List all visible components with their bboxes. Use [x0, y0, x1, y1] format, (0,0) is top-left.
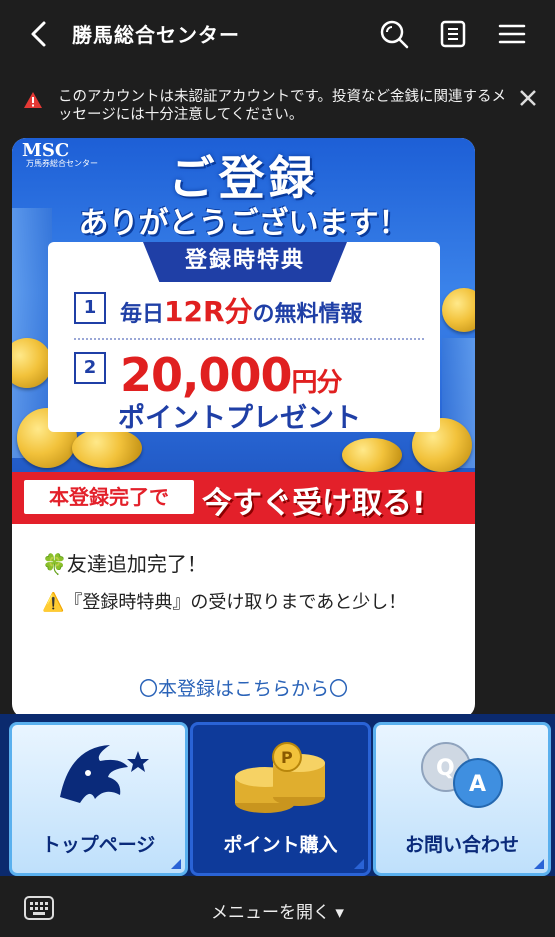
cta-left-label: 本登録完了で: [24, 480, 194, 514]
bottom-bar: メニューを開く ▾: [0, 876, 555, 937]
rich-menu-label: トップページ: [41, 834, 156, 856]
svg-text:P: P: [281, 748, 293, 767]
benefit-divider: [74, 338, 424, 340]
qa-bubbles-icon: Q A: [421, 742, 503, 808]
message-text: 🍀友達追加完了！ ⚠️『登録時特典』の受け取りまであと少し！: [42, 548, 457, 615]
coin-decoration: [342, 438, 402, 472]
benefit-1-pre: 毎日: [120, 302, 165, 327]
svg-text:Q: Q: [436, 756, 455, 781]
rich-menu-label: ポイント購入: [223, 834, 338, 856]
hamburger-menu-icon[interactable]: [496, 18, 528, 50]
warning-icon: [24, 92, 42, 108]
search-icon[interactable]: [378, 18, 410, 50]
rich-menu-label: お問い合わせ: [404, 834, 519, 856]
warning-text: このアカウントは未認証アカウントです。投資など金銭に関連するメッセージには十分注…: [58, 89, 507, 123]
chevron-left-icon[interactable]: [26, 20, 52, 48]
notes-icon[interactable]: [437, 18, 469, 50]
benefit-2-amount: 20,000円分: [120, 348, 343, 402]
friend-added-text: 🍀友達追加完了！: [42, 552, 207, 576]
chat-title: 勝馬総合センター: [72, 23, 240, 47]
corner-triangle: [171, 859, 181, 869]
benefit-1-post: の無料情報: [252, 302, 363, 327]
benefit-2-unit: 円分: [291, 368, 343, 398]
rich-menu-contact-button[interactable]: Q A お問い合わせ: [373, 722, 551, 876]
benefit-number-1: 1: [74, 292, 106, 324]
headline-thanks: ありがとうございます！: [78, 206, 409, 241]
benefit-reminder-text: ⚠️『登録時特典』の受け取りまであと少し！: [42, 592, 407, 613]
benefit-panel-title-text: 登録時特典: [184, 248, 305, 273]
register-link[interactable]: 〇本登録はこちらから〇: [12, 674, 475, 701]
cta-right-label: 今すぐ受け取る!: [202, 486, 426, 521]
benefit-1: 毎日12R分の無料情報: [120, 290, 363, 330]
message-card: MSC 万馬券総合センター ご登録 ありがとうございます！ 登録時特典 1 毎日…: [12, 138, 475, 714]
benefit-2-label: ポイントプレゼント: [118, 403, 361, 434]
coin-decoration: [442, 288, 475, 332]
svg-text:A: A: [469, 772, 486, 797]
close-icon[interactable]: [518, 88, 538, 108]
benefit-panel: 登録時特典 1 毎日12R分の無料情報 2 20,000円分 ポイントプレゼント: [48, 242, 440, 434]
registration-banner[interactable]: MSC 万馬券総合センター ご登録 ありがとうございます！ 登録時特典 1 毎日…: [12, 138, 475, 524]
chat-area: MSC 万馬券総合センター ご登録 ありがとうございます！ 登録時特典 1 毎日…: [0, 138, 555, 714]
lion-logo-icon: [60, 745, 149, 803]
corner-triangle: [354, 859, 364, 869]
benefit-1-red: 12R分: [164, 295, 253, 328]
unverified-warning: このアカウントは未認証アカウントです。投資など金銭に関連するメッセージには十分注…: [0, 74, 555, 134]
rich-menu-point-purchase-button[interactable]: P ポイント購入: [190, 722, 371, 876]
benefit-2-amount-value: 20,000: [120, 348, 293, 402]
coin-stack-icon: P: [235, 742, 325, 813]
cta-bar[interactable]: 本登録完了で 今すぐ受け取る!: [12, 472, 475, 524]
benefit-panel-title: 登録時特典: [143, 242, 347, 282]
rich-menu: トップページ P ポイント購入 Q A お問い合わせ: [0, 714, 555, 876]
benefit-number-2: 2: [74, 352, 106, 384]
app-header: 勝馬総合センター: [0, 0, 555, 68]
rich-menu-top-page-button[interactable]: トップページ: [9, 722, 188, 876]
open-menu-button[interactable]: メニューを開く ▾: [0, 898, 555, 923]
corner-triangle: [534, 859, 544, 869]
